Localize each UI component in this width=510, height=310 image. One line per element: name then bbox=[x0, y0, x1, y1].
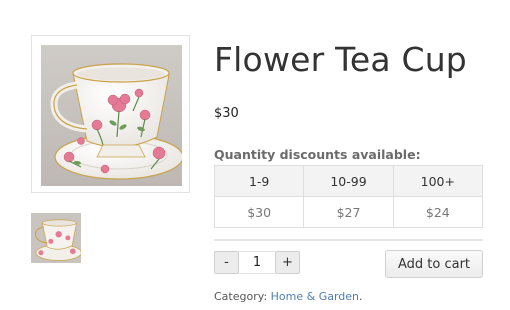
category-label: Category: bbox=[214, 290, 268, 303]
discount-range-row: 1-9 10-99 100+ bbox=[213, 165, 484, 197]
discount-range-cell: 1-9 bbox=[213, 165, 305, 197]
discount-price-row: $30 $27 $24 bbox=[213, 196, 484, 228]
discount-range-cell: 100+ bbox=[392, 165, 484, 197]
quantity-discount-table: 1-9 10-99 100+ $30 $27 $24 bbox=[213, 165, 484, 228]
category-suffix: . bbox=[359, 290, 363, 303]
product-category: Category: Home & Garden. bbox=[214, 290, 363, 303]
discount-range-cell: 10-99 bbox=[303, 165, 394, 197]
add-to-cart-button[interactable]: Add to cart bbox=[385, 250, 483, 278]
discount-price-cell: $30 bbox=[213, 196, 305, 228]
floral-teacup-image[interactable] bbox=[41, 45, 182, 186]
product-thumbnail[interactable] bbox=[31, 213, 81, 263]
product-image-frame[interactable] bbox=[31, 35, 190, 193]
discount-heading: Quantity discounts available: bbox=[214, 147, 421, 162]
divider bbox=[214, 239, 483, 241]
discount-price-cell: $27 bbox=[303, 196, 394, 228]
quantity-increase-button[interactable]: + bbox=[275, 251, 300, 274]
category-link[interactable]: Home & Garden bbox=[271, 290, 359, 303]
floral-teacup-thumbnail[interactable] bbox=[31, 213, 81, 263]
product-price: $30 bbox=[214, 106, 239, 121]
quantity-decrease-button[interactable]: - bbox=[214, 251, 239, 274]
discount-price-cell: $24 bbox=[392, 196, 484, 228]
product-title: Flower Tea Cup bbox=[214, 40, 467, 79]
quantity-input[interactable] bbox=[239, 251, 275, 274]
